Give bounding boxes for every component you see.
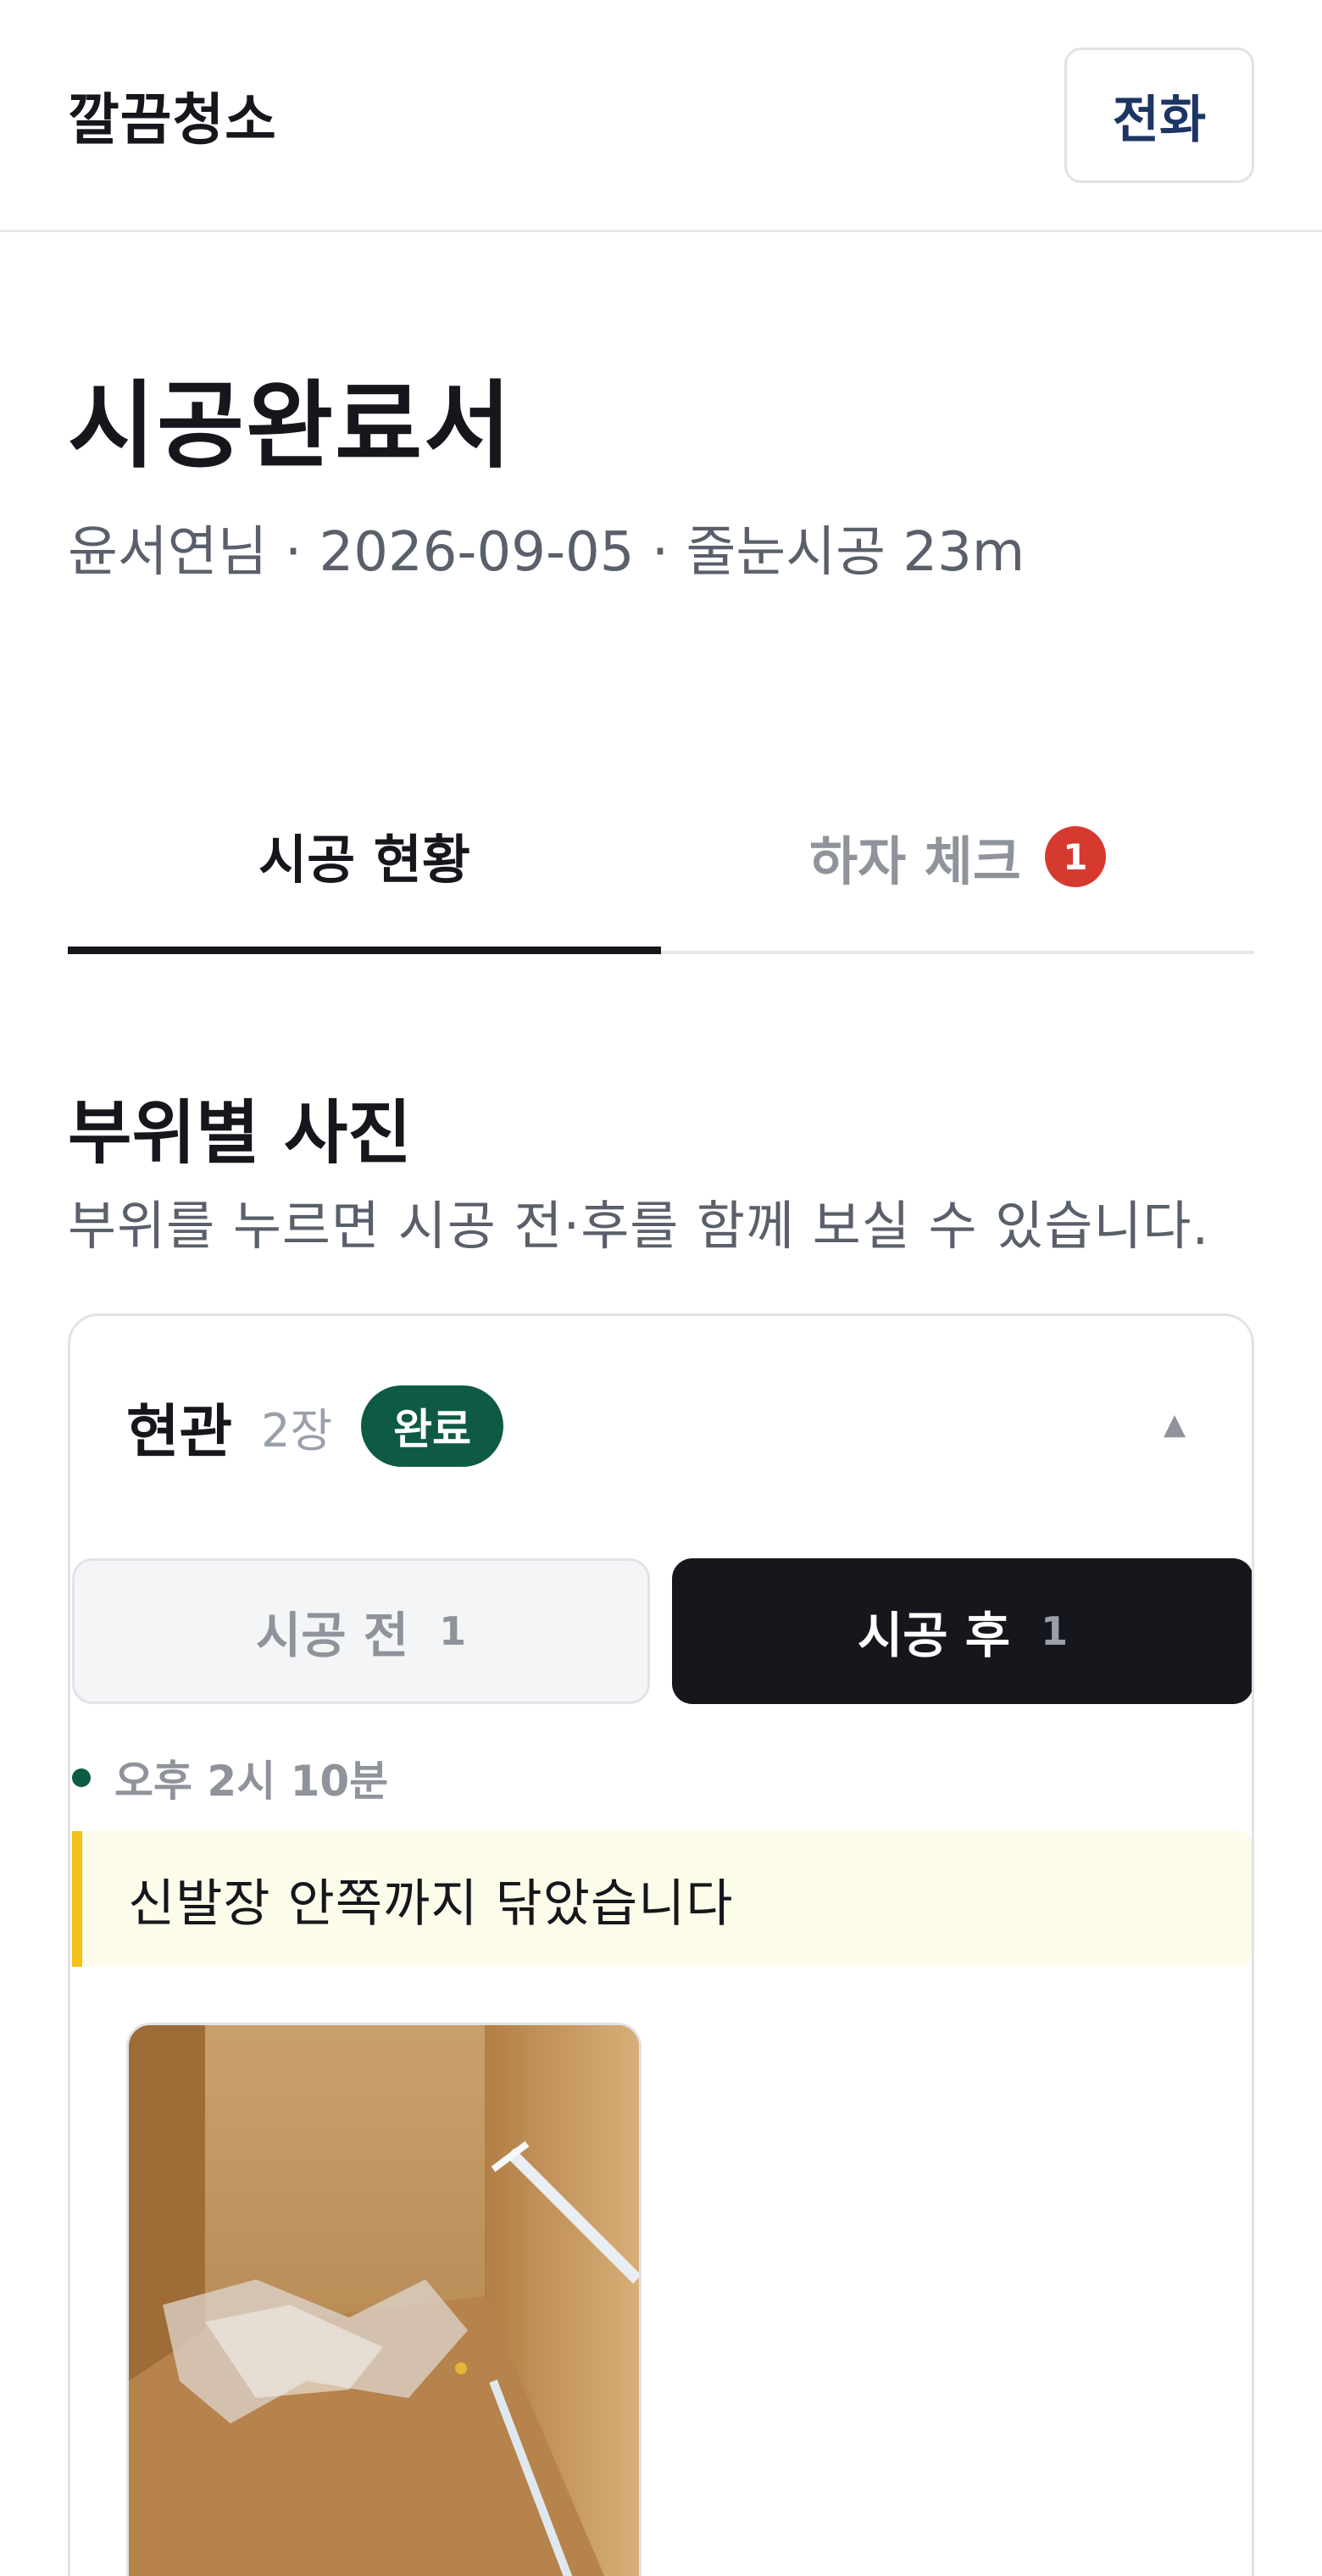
tab-label: 하자 체크 (809, 830, 1021, 892)
segment-before[interactable]: 시공 전 1 (72, 1558, 650, 1704)
tab-count-badge: 1 (1044, 826, 1106, 887)
status-badge: 완료 (361, 1385, 504, 1467)
brand-name: 깔끔청소 (68, 87, 277, 153)
photo-count: 2장 (261, 1403, 333, 1457)
entry-time-row: 오후 2시 10분 (70, 1748, 388, 1807)
tab-label: 시공 현황 (258, 828, 470, 891)
segment-label: 시공 전 (255, 1607, 409, 1664)
segment-count: 1 (439, 1608, 467, 1654)
page-meta: 윤서연님 · 2026-09-05 · 줄눈시공 23m (68, 521, 1025, 584)
collapse-caret-icon[interactable]: ▲ (1164, 1407, 1186, 1441)
photo-thumbnail[interactable] (126, 2023, 642, 2576)
worker-memo: 신발장 안쪽까지 닦았습니다 (72, 1831, 1252, 1967)
section-subtitle: 부위를 누르면 시공 전·후를 함께 보실 수 있습니다. (68, 1195, 1210, 1257)
area-card-header[interactable]: 현관 2장 완료 (126, 1375, 504, 1477)
tab-defect-check[interactable]: 하자 체크 1 (661, 763, 1254, 951)
area-name: 현관 (126, 1398, 233, 1466)
page-title: 시공완료서 (68, 371, 514, 481)
area-card: 현관 2장 완료 ▲ 시공 전 1 시공 후 1 오후 2시 10분 신발장 안… (68, 1313, 1254, 2576)
timeline-dot-icon (72, 1768, 91, 1787)
call-button[interactable]: 전화 (1064, 47, 1254, 183)
segment-after[interactable]: 시공 후 1 (672, 1558, 1252, 1704)
entry-time: 오후 2시 10분 (114, 1757, 389, 1806)
segment-label: 시공 후 (857, 1607, 1011, 1664)
app-header: 깔끔청소 전화 (0, 0, 1322, 232)
tab-construction-status[interactable]: 시공 현황 (68, 763, 661, 954)
segment-count: 1 (1041, 1608, 1069, 1654)
tab-bar: 시공 현황 하자 체크 1 (68, 763, 1254, 954)
section-title: 부위별 사진 (68, 1093, 412, 1174)
photo-image (129, 2025, 639, 2576)
